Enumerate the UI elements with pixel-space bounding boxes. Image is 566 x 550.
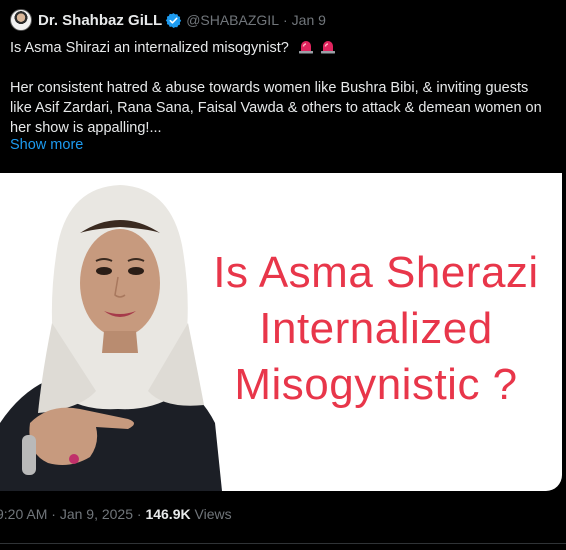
views-label: Views: [190, 506, 232, 522]
verified-badge-icon: [166, 12, 182, 28]
views-count: 146.9K: [145, 506, 191, 522]
tweet-media-image[interactable]: Is Asma Sherazi Internalized Misogynisti…: [0, 173, 562, 491]
tweet-date[interactable]: Jan 9: [292, 12, 326, 28]
author-name[interactable]: Dr. Shahbaz GiLL: [38, 12, 162, 29]
meta-separator: ·: [47, 506, 60, 522]
siren-icon: [298, 41, 313, 54]
divider: [0, 543, 566, 544]
siren-icon: [320, 41, 335, 54]
tweet-first-line: Is Asma Shirazi an internalized misogyni…: [10, 38, 550, 58]
media-headline: Is Asma Sherazi Internalized Misogynisti…: [196, 245, 556, 413]
meta-separator: ·: [133, 506, 146, 522]
headline-line-2: Internalized: [259, 304, 493, 353]
tweet-meta: 9:20 AM · Jan 9, 2025 · 146.9K Views: [0, 506, 232, 522]
show-more-link[interactable]: Show more: [10, 137, 83, 153]
tweet-time[interactable]: 9:20 AM: [0, 506, 47, 522]
tweet-body: Her consistent hatred & abuse towards wo…: [10, 80, 542, 136]
avatar[interactable]: [10, 9, 32, 31]
tweet-question: Is Asma Shirazi an internalized misogyni…: [10, 40, 289, 56]
tweet-full-date[interactable]: Jan 9, 2025: [60, 506, 133, 522]
separator-dot: ·: [282, 12, 288, 28]
headline-line-3: Misogynistic ?: [234, 360, 518, 409]
tweet-header: Dr. Shahbaz GiLL @SHABAZGIL · Jan 9: [10, 8, 326, 32]
author-handle[interactable]: @SHABAZGIL: [186, 12, 279, 28]
headline-line-1: Is Asma Sherazi: [213, 248, 539, 297]
